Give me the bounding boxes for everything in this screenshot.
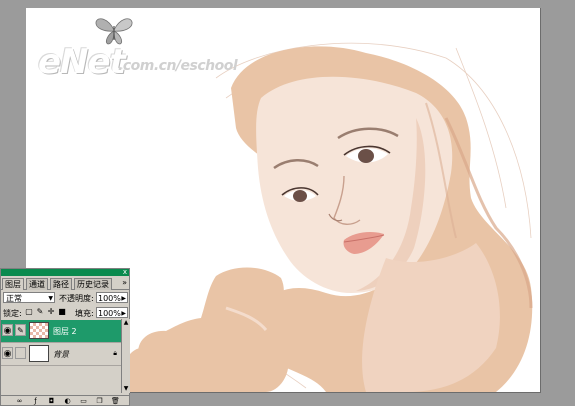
trash-icon[interactable]: 🗑︎ [111,397,120,405]
chevron-down-icon: ▼ [48,295,53,302]
opacity-value: 100% [98,294,121,303]
panel-titlebar[interactable]: x [1,268,129,276]
blend-mode-value: 正常 [6,294,22,303]
close-icon[interactable]: x [123,268,127,276]
eye-icon[interactable]: ◉ [2,324,13,336]
tab-history[interactable]: 历史记录 [74,278,112,290]
enet-watermark: eNet .com.cn/eschool [34,14,274,82]
layer-thumbnail [29,345,49,362]
scroll-up-icon[interactable]: ▲ [122,319,130,327]
chevron-right-icon[interactable]: ▶ [121,308,126,319]
layer-row-background[interactable]: ◉ 背景 🔒︎ [1,343,121,366]
fill-value: 100% [98,309,121,318]
enet-url: .com.cn/eschool [118,58,238,74]
layer-name: 背景 [53,350,69,359]
lock-transparency-icon[interactable]: ▢ [25,308,33,316]
layers-scrollbar[interactable]: ▲ ▼ [121,319,130,393]
fill-label: 填充: [75,309,94,318]
scroll-down-icon[interactable]: ▼ [122,385,130,393]
new-group-icon[interactable]: ▭ [79,397,88,405]
new-layer-icon[interactable]: ❐ [95,397,104,405]
panel-menu-icon[interactable]: » [122,278,127,287]
opacity-label: 不透明度: [59,294,94,303]
blend-mode-select[interactable]: 正常 ▼ [3,292,55,303]
lock-label: 锁定: [3,309,22,318]
tab-layers[interactable]: 图层 [2,278,24,290]
link-icon[interactable]: ∞ [15,397,24,405]
lock-row: 锁定: ▢ ✎ ✛ ■ 填充: 100% ▶ [1,306,129,320]
chevron-right-icon[interactable]: ▶ [121,293,126,304]
tab-channels[interactable]: 通道 [26,278,48,290]
eye-icon[interactable]: ◉ [2,347,13,359]
layers-bottom-bar: ∞ ƒ ◘ ◐ ▭ ❐ 🗑︎ [1,395,129,406]
layers-panel: x 图层 通道 路径 历史记录 » 正常 ▼ 不透明度: 100% ▶ 锁定: … [0,268,130,406]
layer-row-2[interactable]: ◉ ✎ 图层 2 [1,320,121,343]
lock-move-icon[interactable]: ✛ [47,308,55,316]
blend-row: 正常 ▼ 不透明度: 100% ▶ [1,291,129,305]
mask-icon[interactable]: ◘ [47,397,56,405]
fill-input[interactable]: 100% ▶ [96,307,128,318]
link-slot-icon[interactable] [15,347,26,359]
adjustment-layer-icon[interactable]: ◐ [63,397,72,405]
layer-name: 图层 2 [53,327,77,336]
brush-icon[interactable]: ✎ [15,324,26,336]
opacity-input[interactable]: 100% ▶ [96,292,128,303]
enet-logo: eNet [38,42,126,82]
layer-style-icon[interactable]: ƒ [31,397,40,405]
panel-tabs: 图层 通道 路径 历史记录 » [1,277,129,290]
layer-thumbnail [29,322,49,339]
lock-icon: 🔒︎ [113,349,117,357]
lock-all-icon[interactable]: ■ [58,308,66,316]
lock-paint-icon[interactable]: ✎ [36,308,44,316]
tab-paths[interactable]: 路径 [50,278,72,290]
